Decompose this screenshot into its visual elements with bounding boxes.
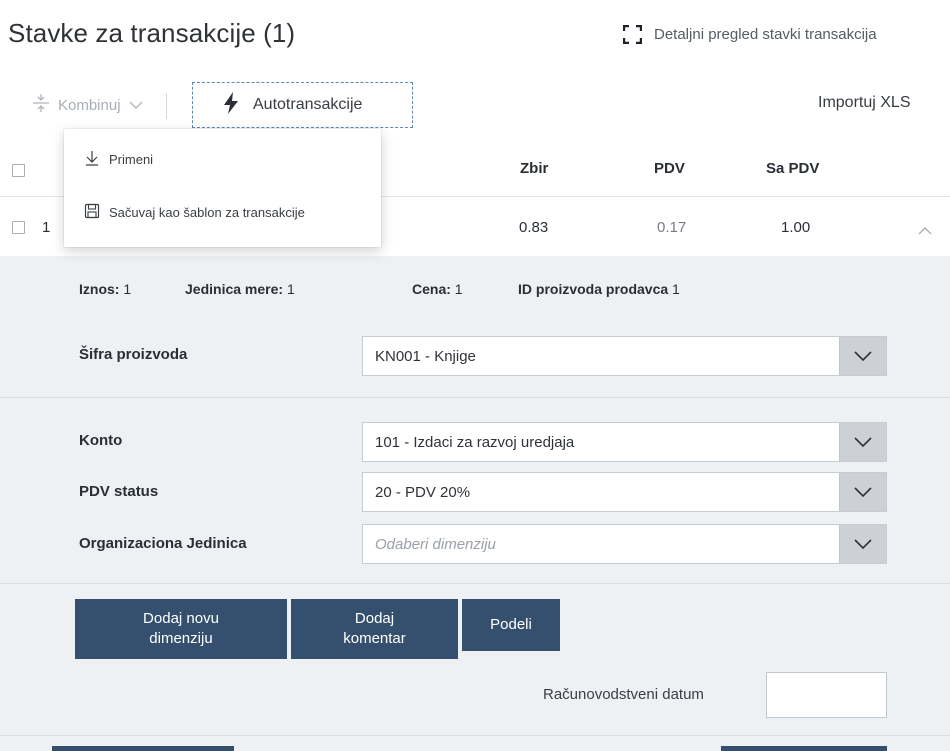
- autotransactions-button[interactable]: Autotransakcije: [192, 82, 413, 128]
- menu-item-apply-label: Primeni: [109, 152, 154, 167]
- menu-item-save-template[interactable]: Sačuvaj kao šablon za transakcije: [84, 203, 305, 222]
- product-code-select[interactable]: KN001 - Knjige: [362, 336, 887, 376]
- bottom-button-left[interactable]: [52, 746, 234, 751]
- page-title: Stavke za transakcije (1): [8, 18, 296, 48]
- download-arrow-icon: [84, 150, 100, 169]
- chevron-up-icon[interactable]: [918, 222, 932, 240]
- org-unit-placeholder: Odaberi dimenziju: [375, 535, 496, 553]
- row-checkbox[interactable]: [12, 221, 25, 234]
- col-header-total: Sa PDV: [766, 160, 820, 177]
- product-code-label: Šifra proizvoda: [79, 346, 188, 363]
- meta-amount: Iznos: 1: [79, 281, 132, 297]
- chevron-down-icon[interactable]: [839, 473, 886, 511]
- chevron-down-icon[interactable]: [839, 423, 886, 461]
- add-dimension-button[interactable]: Dodaj novu dimenziju: [75, 599, 287, 659]
- combine-label: Kombinuj: [58, 96, 121, 114]
- meta-unit: Jedinica mere: 1: [185, 281, 295, 297]
- expand-icon: [623, 25, 642, 44]
- row-vat: 0.17: [657, 219, 687, 236]
- save-disk-icon: [84, 203, 100, 222]
- add-comment-button[interactable]: Dodaj komentar: [291, 599, 458, 659]
- import-xls-button[interactable]: Importuj XLS: [818, 94, 910, 112]
- chevron-down-icon: [129, 97, 143, 114]
- vat-status-label: PDV status: [79, 483, 159, 500]
- row-sum: 0.83: [519, 219, 549, 236]
- vat-status-value: 20 - PDV 20%: [375, 483, 471, 501]
- split-button[interactable]: Podeli: [462, 599, 560, 651]
- account-select[interactable]: 101 - Izdaci za razvoj uredjaja: [362, 422, 887, 462]
- lightning-icon: [223, 91, 239, 119]
- row-index: 1: [42, 219, 51, 236]
- section-divider: [0, 583, 950, 584]
- product-code-value: KN001 - Knjige: [375, 347, 476, 365]
- select-all-checkbox[interactable]: [12, 164, 25, 177]
- autotransactions-menu: Primeni Sačuvaj kao šablon za transakcij…: [64, 129, 381, 247]
- section-divider: [0, 735, 950, 736]
- section-divider: [0, 397, 950, 398]
- chevron-down-icon[interactable]: [839, 525, 886, 563]
- org-unit-select[interactable]: Odaberi dimenziju: [362, 524, 887, 564]
- account-value: 101 - Izdaci za razvoj uredjaja: [375, 433, 575, 451]
- detail-view-link[interactable]: Detaljni pregled stavki transakcija: [623, 25, 877, 44]
- row-total: 1.00: [781, 219, 811, 236]
- org-unit-label: Organizaciona Jedinica: [79, 535, 247, 552]
- menu-item-apply[interactable]: Primeni: [84, 150, 153, 169]
- detail-view-label: Detaljni pregled stavki transakcija: [654, 26, 877, 43]
- account-label: Konto: [79, 432, 123, 449]
- accounting-date-label: Računovodstveni datum: [543, 686, 704, 703]
- combine-button[interactable]: Kombinuj: [32, 93, 143, 117]
- bottom-button-right[interactable]: [721, 746, 887, 751]
- col-header-vat: PDV: [654, 160, 685, 177]
- autotransactions-label: Autotransakcije: [253, 96, 363, 113]
- meta-vendor-id: ID proizvoda prodavca 1: [518, 281, 680, 297]
- menu-item-save-template-label: Sačuvaj kao šablon za transakcije: [109, 205, 305, 220]
- chevron-down-icon[interactable]: [839, 337, 886, 375]
- meta-price: Cena: 1: [412, 281, 463, 297]
- toolbar-divider: [166, 93, 167, 119]
- merge-icon: [32, 93, 50, 117]
- vat-status-select[interactable]: 20 - PDV 20%: [362, 472, 887, 512]
- accounting-date-input[interactable]: [766, 672, 887, 718]
- col-header-sum: Zbir: [520, 160, 549, 177]
